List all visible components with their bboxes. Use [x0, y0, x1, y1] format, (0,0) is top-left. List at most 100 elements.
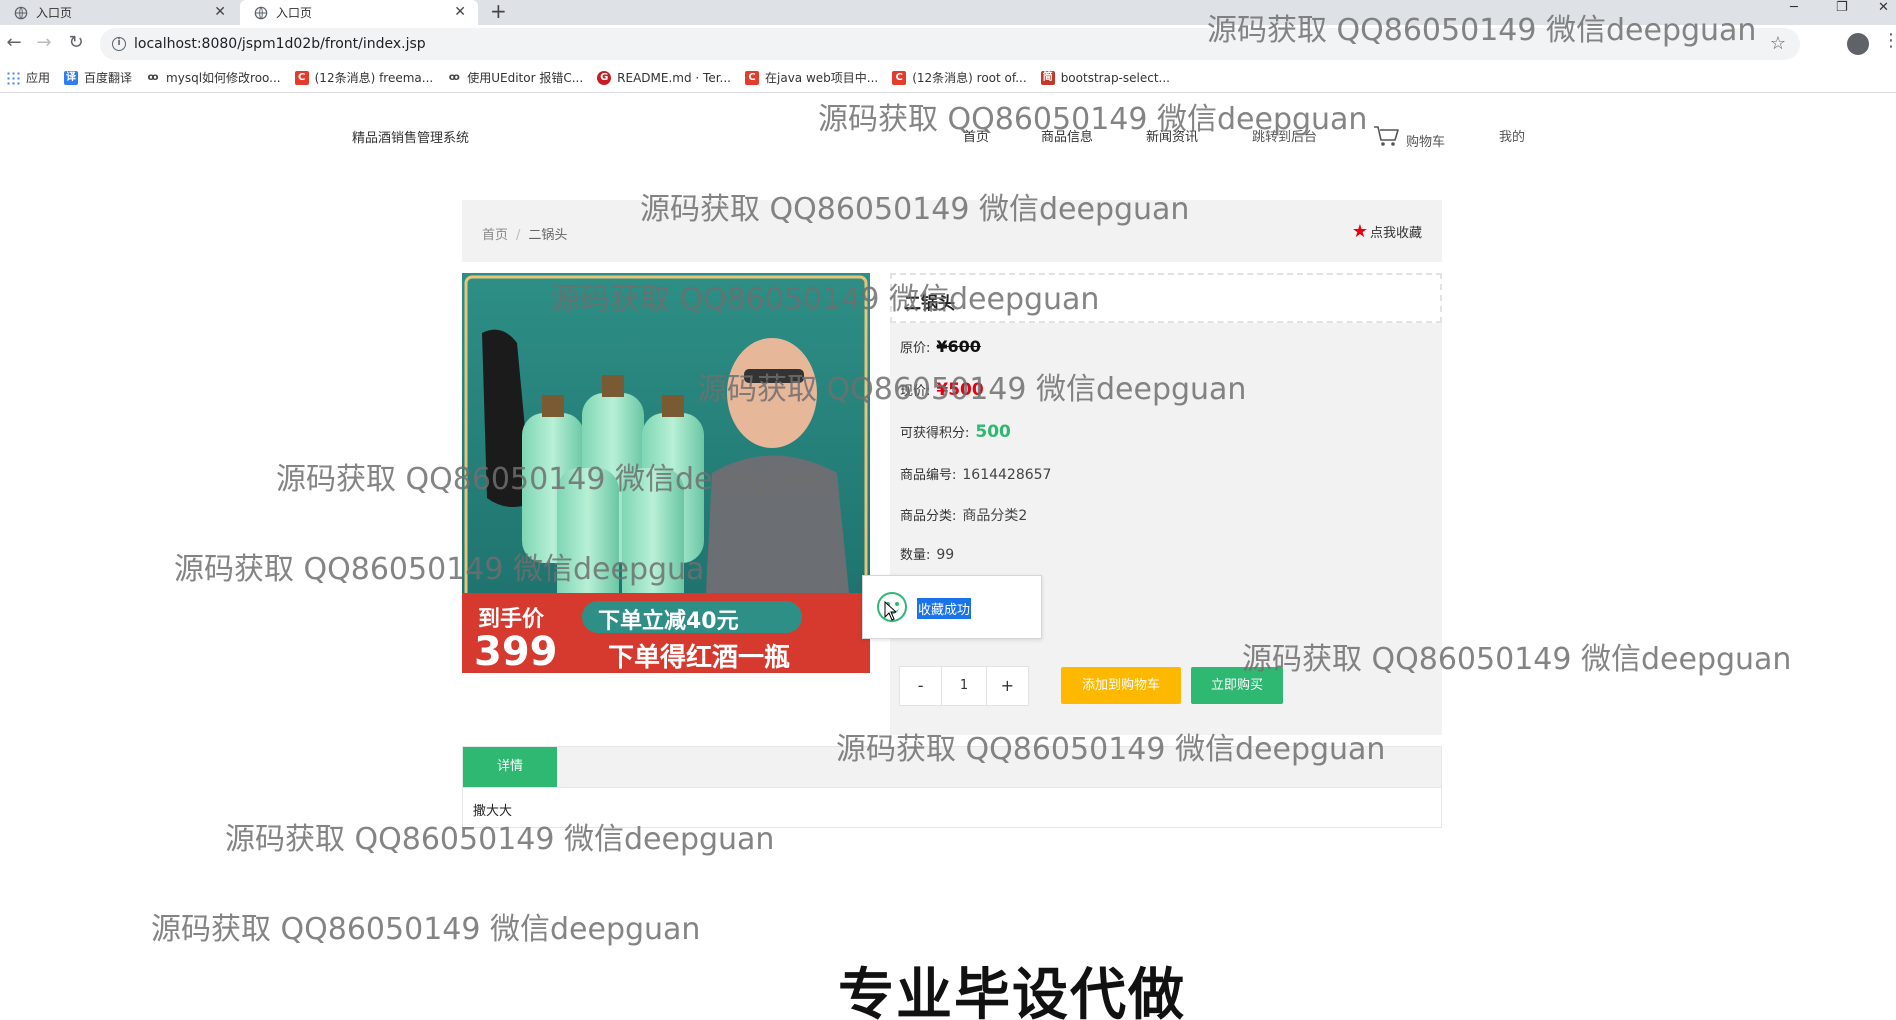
csdn-icon: C	[892, 70, 907, 85]
bookmark-item[interactable]: 应用	[6, 69, 50, 86]
promo-offer-2: 下单得红酒一瓶	[608, 643, 791, 673]
breadcrumb-current: 二锅头	[528, 228, 568, 243]
browser-tab-strip: 入口页 ✕ 入口页 ✕ + ─ ❐ ✕	[0, 0, 1896, 25]
tab-detail[interactable]: 详情	[463, 747, 557, 787]
promo-offer-1: 下单立减40元	[598, 609, 739, 634]
address-bar[interactable]: i localhost:8080/jspm1d02b/front/index.j…	[100, 28, 1800, 60]
stock-row: 数量: 99	[900, 544, 954, 563]
bookmark-item[interactable]: ꝏ 使用UEditor 报错C...	[447, 69, 583, 86]
nav-mine[interactable]: 我的	[1499, 126, 1525, 145]
browser-tab-active[interactable]: 入口页 ✕	[240, 0, 478, 25]
favorite-label: 点我收藏	[1369, 226, 1422, 241]
site-title[interactable]: 精品酒销售管理系统	[352, 127, 469, 146]
bookmark-label: 在java web项目中...	[765, 71, 879, 85]
quantity-stepper: - 1 +	[899, 666, 1029, 706]
back-arrow-icon[interactable]: ←	[4, 33, 24, 53]
mouse-cursor-icon	[884, 601, 896, 621]
star-icon: ★	[1351, 220, 1368, 242]
tab-title: 入口页	[36, 6, 73, 20]
add-to-cart-button[interactable]: 添加到购物车	[1061, 667, 1181, 704]
link-icon: ꝏ	[147, 71, 159, 83]
new-tab-button[interactable]: +	[490, 0, 507, 22]
detail-tab-bar: 详情	[462, 746, 1442, 788]
original-price-row: 原价: ¥600	[900, 337, 981, 356]
browser-tab[interactable]: 入口页 ✕	[0, 0, 238, 25]
current-price-row: 现价: ¥500	[900, 380, 984, 400]
breadcrumb-separator: /	[516, 228, 521, 243]
forward-arrow-icon[interactable]: →	[34, 33, 54, 53]
product-code: 1614428657	[962, 467, 1052, 483]
bookmark-item[interactable]: C (12条消息) root of...	[892, 69, 1027, 86]
breadcrumb-bar: 首页 / 二锅头 ★ 点我收藏	[462, 200, 1442, 262]
tab-title: 入口页	[276, 6, 313, 20]
bookmarks-bar: 应用 译 百度翻译 ꝏ mysql如何修改roo... C (12条消息) fr…	[0, 63, 1896, 93]
stock-label: 数量:	[900, 548, 931, 563]
quantity-input[interactable]: 1	[941, 667, 987, 705]
globe-icon	[14, 6, 28, 19]
product-code-row: 商品编号: 1614428657	[900, 464, 1051, 483]
category-row: 商品分类: 商品分类2	[900, 505, 1027, 525]
info-icon[interactable]: i	[112, 37, 126, 51]
bookmark-label: bootstrap-select...	[1060, 70, 1170, 85]
apps-grid-icon	[6, 70, 20, 85]
csdn-icon: C	[294, 70, 309, 85]
nav-news[interactable]: 新闻资讯	[1146, 126, 1198, 145]
nav-home[interactable]: 首页	[963, 126, 989, 145]
nav-products[interactable]: 商品信息	[1041, 126, 1093, 145]
original-price: ¥600	[936, 337, 981, 356]
toast-message: 收藏成功	[917, 598, 972, 619]
nav-admin[interactable]: 跳转到后台	[1252, 126, 1317, 145]
bookmark-label: (12条消息) freema...	[314, 71, 434, 85]
url-text[interactable]: localhost:8080/jspm1d02b/front/index.jsp	[134, 36, 426, 52]
reload-icon[interactable]: ↻	[66, 33, 86, 53]
video-caption: 专业毕设代做	[838, 963, 1186, 1020]
cart-icon[interactable]	[1373, 124, 1401, 148]
promo-price: 399	[474, 629, 558, 673]
product-image: 到手价 399 下单立减40元 下单得红酒一瓶	[462, 273, 870, 673]
bookmark-item[interactable]: G README.md · Ter...	[597, 70, 731, 85]
watermark-text: 源码获取 QQ86050149 微信deepguan	[151, 912, 701, 947]
product-code-label: 商品编号:	[900, 468, 957, 483]
breadcrumb: 首页 / 二锅头	[482, 224, 567, 243]
current-price-label: 现价:	[900, 384, 931, 399]
favorite-button[interactable]: ★ 点我收藏	[1352, 222, 1422, 241]
points-value: 500	[975, 422, 1011, 442]
window-close-icon[interactable]: ✕	[1878, 0, 1889, 16]
detail-content: 撒大大	[473, 804, 513, 819]
bookmark-label: 使用UEditor 报错C...	[467, 71, 584, 85]
category-label: 商品分类:	[900, 509, 957, 524]
address-toolbar: ← → ↻ i localhost:8080/jspm1d02b/front/i…	[0, 25, 1896, 63]
close-tab-icon[interactable]: ✕	[454, 4, 466, 20]
csdn-icon: C	[745, 70, 759, 85]
blog-icon: 简	[1040, 70, 1055, 85]
decrement-button[interactable]: -	[900, 667, 941, 705]
bookmark-item[interactable]: 简 bootstrap-select...	[1040, 70, 1170, 85]
restore-icon[interactable]: ❐	[1836, 0, 1848, 16]
minimize-icon[interactable]: ─	[1790, 0, 1798, 16]
detail-content-panel: 撒大大	[462, 788, 1442, 828]
bookmark-label: mysql如何修改roo...	[166, 71, 281, 85]
bookmark-label: README.md · Ter...	[617, 70, 731, 85]
bookmark-item[interactable]: 译 百度翻译	[64, 69, 132, 86]
bookmark-label: (12条消息) root of...	[912, 71, 1027, 85]
original-price-label: 原价:	[900, 341, 931, 356]
nav-cart[interactable]: 购物车	[1406, 131, 1445, 150]
category-value: 商品分类2	[962, 508, 1028, 524]
bookmark-star-icon[interactable]: ☆	[1770, 33, 1786, 54]
buy-now-button[interactable]: 立即购买	[1191, 667, 1283, 704]
profile-avatar-icon[interactable]	[1847, 33, 1869, 55]
product-name-box: 二锅头	[890, 273, 1442, 323]
bookmark-item[interactable]: ꝏ mysql如何修改roo...	[146, 69, 281, 86]
link-icon: ꝏ	[448, 71, 460, 83]
browser-menu-icon[interactable]: ⋮	[1882, 31, 1896, 51]
close-tab-icon[interactable]: ✕	[214, 4, 226, 20]
increment-button[interactable]: +	[987, 667, 1028, 705]
product-name: 二锅头	[904, 294, 955, 314]
bookmark-label: 应用	[26, 71, 51, 85]
breadcrumb-home[interactable]: 首页	[482, 228, 508, 243]
bookmark-item[interactable]: C 在java web项目中...	[745, 69, 878, 86]
bookmark-item[interactable]: C (12条消息) freema...	[294, 69, 434, 86]
current-price: ¥500	[936, 380, 984, 400]
points-label: 可获得积分:	[900, 426, 970, 441]
points-row: 可获得积分: 500	[900, 422, 1011, 442]
